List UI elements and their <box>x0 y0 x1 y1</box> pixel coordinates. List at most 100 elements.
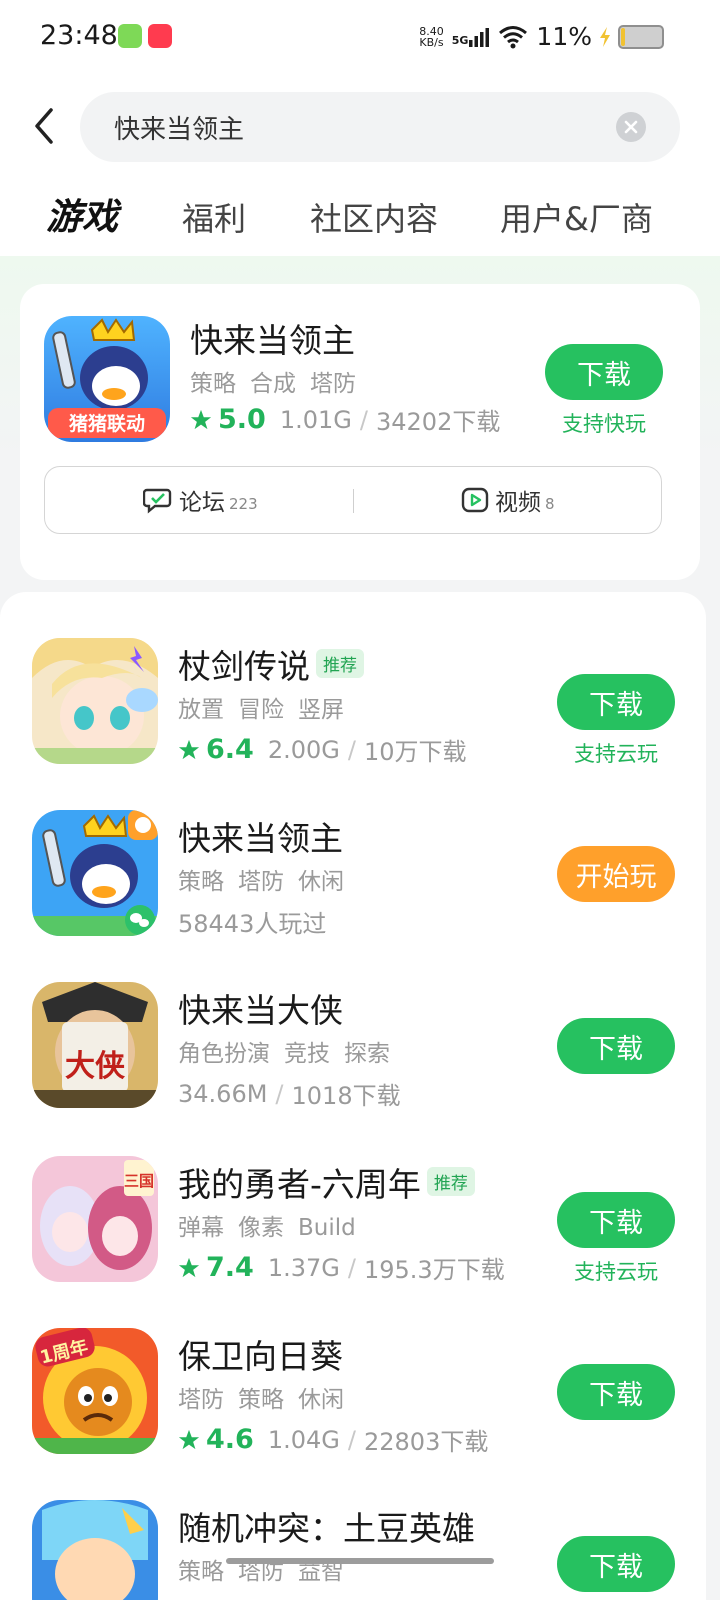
star-icon <box>178 1257 200 1277</box>
game-title[interactable]: 保卫向日葵 <box>178 1330 343 1378</box>
game-meta: 58443人玩过 <box>178 904 326 939</box>
game-icon[interactable] <box>32 1500 158 1600</box>
game-tags: 放置 冒险 竖屏 <box>178 690 358 724</box>
tag: 像素 <box>238 1215 284 1241</box>
forum-count: 223 <box>229 495 258 513</box>
anime-duo-icon: 三国 <box>32 1156 158 1282</box>
game-title[interactable]: 随机冲突：土豆英雄 <box>178 1502 475 1550</box>
network-type: 5G <box>451 33 469 47</box>
star-icon <box>190 409 212 429</box>
list-item[interactable]: 随机冲突：土豆英雄 策略 塔防 益智 下载 <box>0 1500 706 1600</box>
rating-value: 4.6 <box>206 1424 254 1455</box>
download-button[interactable]: 下载 <box>557 1536 675 1592</box>
battery-icon <box>618 24 664 49</box>
search-input[interactable]: 快来当领主 <box>80 92 680 162</box>
tag: 放置 <box>178 697 224 723</box>
home-indicator[interactable] <box>226 1558 494 1564</box>
battery-percent: 11% <box>536 22 592 51</box>
featured-game-icon[interactable]: 猪猪联动 <box>44 316 170 442</box>
download-button[interactable]: 下载 <box>557 1192 675 1248</box>
icon-sanguo-text: 三国 <box>124 1172 154 1190</box>
list-item[interactable]: 大侠 快来当大侠 角色扮演 竞技 探索 34.66M / 1018下载 下载 <box>0 982 706 1154</box>
forum-link[interactable]: 论坛 223 <box>143 483 258 517</box>
close-icon <box>624 120 638 134</box>
tag: 竖屏 <box>298 697 344 723</box>
game-title[interactable]: 杖剑传说 推荐 <box>178 640 364 688</box>
tab-games[interactable]: 游戏 <box>46 188 118 240</box>
featured-game-card[interactable]: 猪猪联动 快来当领主 策略 合成 塔防 5.0 1.01G / 34202下载 下载… <box>20 284 700 580</box>
game-icon[interactable]: 1周年 <box>32 1328 158 1454</box>
featured-download-button[interactable]: 下载 <box>545 344 663 400</box>
list-item[interactable]: 杖剑传说 推荐 放置 冒险 竖屏 6.4 2.00G / 10万下载 下载 支持云玩 <box>0 638 706 810</box>
tag: 塔防 <box>178 1387 224 1413</box>
featured-quickplay-label: 支持快玩 <box>562 412 646 436</box>
cloud-play-label: 支持云玩 <box>574 742 658 766</box>
game-meta: 7.4 1.37G / 195.3万下载 <box>178 1250 505 1285</box>
game-title[interactable]: 我的勇者-六周年 推荐 <box>178 1158 475 1206</box>
list-item[interactable]: 1周年 保卫向日葵 塔防 策略 休闲 4.6 1.04G / 22803下载 下载 <box>0 1328 706 1500</box>
file-size: 34.66M <box>178 1079 268 1108</box>
clear-search-button[interactable] <box>616 112 646 142</box>
category-tabs: 游戏 福利 社区内容 用户&厂商 <box>0 194 720 254</box>
game-title[interactable]: 快来当领主 <box>178 812 343 860</box>
separator: / <box>347 1253 356 1282</box>
tag: 休闲 <box>298 1387 344 1413</box>
separator: / <box>347 1425 356 1454</box>
download-button[interactable]: 下载 <box>557 1364 675 1420</box>
game-title[interactable]: 快来当大侠 <box>178 984 343 1032</box>
star-icon <box>178 739 200 759</box>
app-notification-icon <box>118 24 142 48</box>
game-title-text: 杖剑传说 <box>178 647 310 686</box>
tag: 策略 <box>190 371 236 397</box>
game-icon[interactable] <box>32 638 158 764</box>
app-notification-icon <box>148 24 172 48</box>
start-play-button[interactable]: 开始玩 <box>557 846 675 902</box>
rating-value: 7.4 <box>206 1252 254 1283</box>
forum-icon <box>143 488 172 514</box>
video-link[interactable]: 视频 8 <box>461 483 555 517</box>
community-links: 论坛 223 视频 8 <box>44 466 662 534</box>
penguin-knight-icon: 猪猪联动 <box>44 316 170 442</box>
game-icon[interactable] <box>32 810 158 936</box>
game-icon[interactable]: 大侠 <box>32 982 158 1108</box>
icon-hero-text: 大侠 <box>65 1049 126 1084</box>
game-tags: 角色扮演 竞技 探索 <box>178 1034 404 1068</box>
game-tags: 塔防 策略 休闲 <box>178 1380 358 1414</box>
tab-users-vendors[interactable]: 用户&厂商 <box>500 194 653 240</box>
star-icon <box>178 1429 200 1449</box>
rating: 6.4 <box>178 734 254 765</box>
network-speed-unit: KB/s <box>419 35 444 49</box>
tag: 弹幕 <box>178 1215 224 1241</box>
download-button[interactable]: 下载 <box>557 1018 675 1074</box>
tag: 策略 <box>178 1559 224 1585</box>
download-count: 34202下载 <box>375 408 501 436</box>
featured-game-meta: 5.0 1.01G / 34202下载 <box>190 402 500 437</box>
network-speed: 8.40 KB/s <box>419 26 444 48</box>
file-size: 2.00G <box>267 735 340 764</box>
recommend-badge: 推荐 <box>426 1167 475 1196</box>
featured-game-title[interactable]: 快来当领主 <box>190 314 355 362</box>
file-size: 1.04G <box>267 1425 340 1454</box>
game-tags: 弹幕 像素 Build <box>178 1208 370 1242</box>
rating: 7.4 <box>178 1252 254 1283</box>
sunflower-icon: 1周年 <box>32 1328 158 1454</box>
penguin-knight-icon <box>32 810 158 936</box>
game-icon[interactable]: 三国 <box>32 1156 158 1282</box>
download-count: 22803下载 <box>363 1428 489 1456</box>
divider <box>353 489 354 513</box>
download-button[interactable]: 下载 <box>557 674 675 730</box>
download-count: 10万下载 <box>363 738 467 766</box>
video-count: 8 <box>545 495 555 513</box>
tab-welfare[interactable]: 福利 <box>182 194 246 240</box>
rating: 5.0 <box>190 404 266 435</box>
tab-community[interactable]: 社区内容 <box>310 194 438 240</box>
tag: 角色扮演 <box>178 1041 270 1067</box>
featured-game-tags: 策略 合成 塔防 <box>190 364 370 398</box>
status-bar: 23:48 8.40 KB/s 5G 11% <box>0 0 720 76</box>
tag: 休闲 <box>298 869 344 895</box>
list-item[interactable]: 快来当领主 策略 塔防 休闲 58443人玩过 开始玩 <box>0 810 706 982</box>
game-meta: 34.66M / 1018下载 <box>178 1076 401 1111</box>
list-item[interactable]: 三国 我的勇者-六周年 推荐 弹幕 像素 Build 7.4 1.37G / 195.… <box>0 1156 706 1328</box>
back-button[interactable] <box>24 104 64 148</box>
potato-hero-icon <box>32 1500 158 1600</box>
